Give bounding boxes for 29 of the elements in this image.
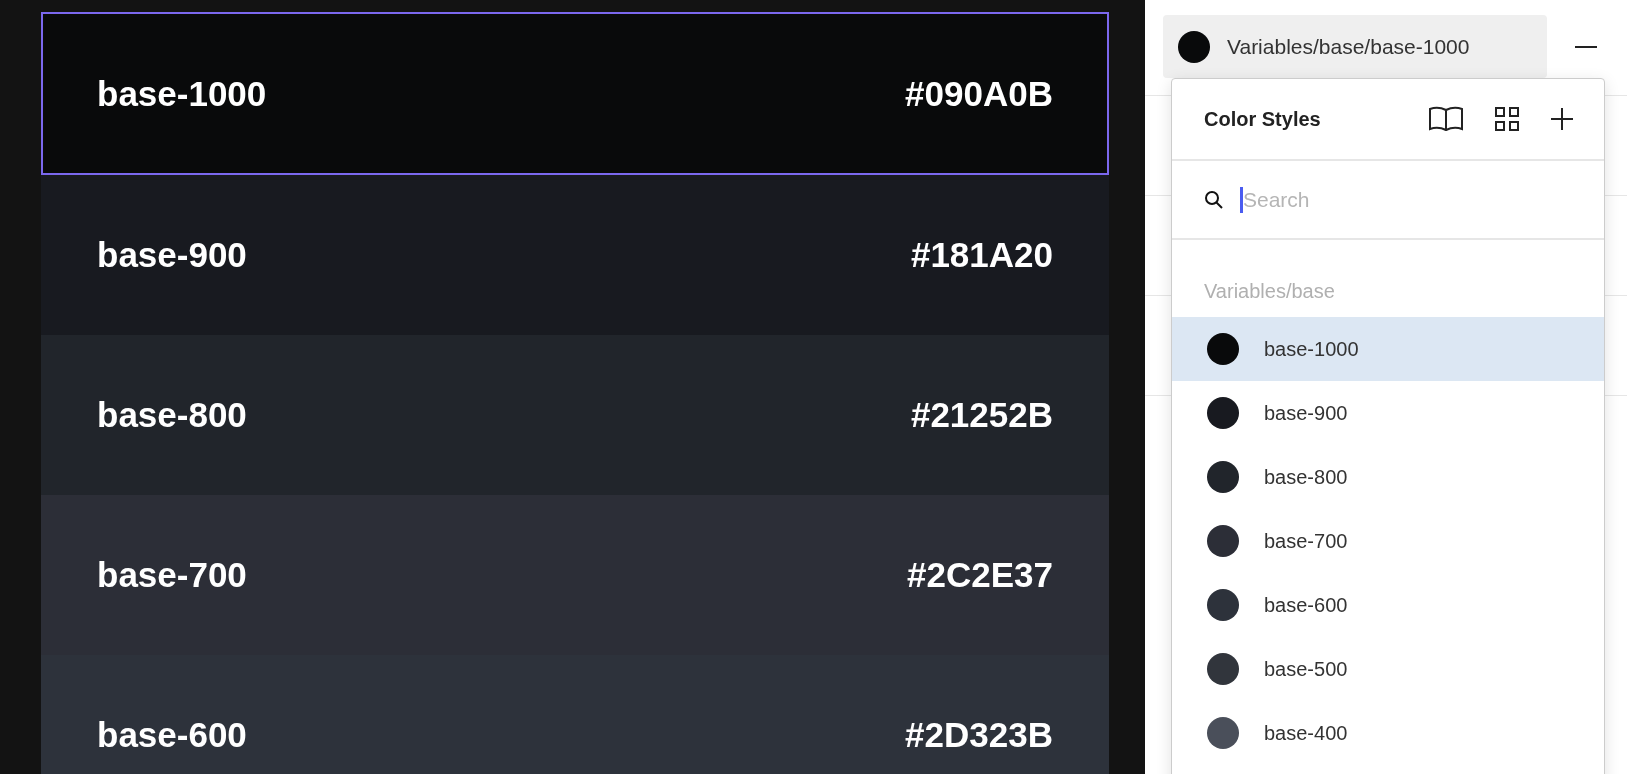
fill-style-field[interactable]: Variables/base/base-1000 xyxy=(1163,15,1547,78)
swatch-hex: #2C2E37 xyxy=(907,555,1053,595)
color-swatch[interactable]: base-800 #21252B xyxy=(41,335,1109,495)
popup-title: Color Styles xyxy=(1204,107,1321,131)
swatch-name: base-1000 xyxy=(97,73,267,114)
swatch-hex: #21252B xyxy=(910,395,1053,435)
color-style-item[interactable]: base-400 xyxy=(1172,701,1604,765)
swatch-hex: #2D323B xyxy=(905,715,1053,755)
book-icon[interactable] xyxy=(1428,106,1464,132)
color-swatch[interactable]: base-900 #181A20 xyxy=(41,175,1109,335)
color-swatch[interactable]: base-700 #2C2E37 xyxy=(41,495,1109,655)
swatch-name: base-800 xyxy=(97,395,247,435)
swatch-hex: #090A0B xyxy=(905,73,1053,114)
color-swatch[interactable]: base-1000 #090A0B xyxy=(41,12,1109,175)
color-swatch[interactable]: base-600 #2D323B xyxy=(41,655,1109,774)
color-style-item[interactable]: base-500 xyxy=(1172,637,1604,701)
color-style-item[interactable]: base-700 xyxy=(1172,509,1604,573)
group-label: Variables/base xyxy=(1203,279,1336,304)
swatch-name: base-700 xyxy=(97,555,247,595)
grid-icon[interactable] xyxy=(1494,106,1520,132)
color-style-item[interactable]: base-800 xyxy=(1172,445,1604,509)
swatch-hex: #181A20 xyxy=(910,235,1053,275)
color-style-item[interactable]: base-600 xyxy=(1172,573,1604,637)
swatch-name: base-900 xyxy=(97,235,247,275)
color-style-item[interactable]: base-1000 xyxy=(1172,317,1604,381)
swatch-name: base-600 xyxy=(97,715,247,755)
search-icon xyxy=(1204,189,1224,210)
plus-icon[interactable] xyxy=(1550,107,1574,131)
color-style-item[interactable]: base-900 xyxy=(1172,381,1604,445)
